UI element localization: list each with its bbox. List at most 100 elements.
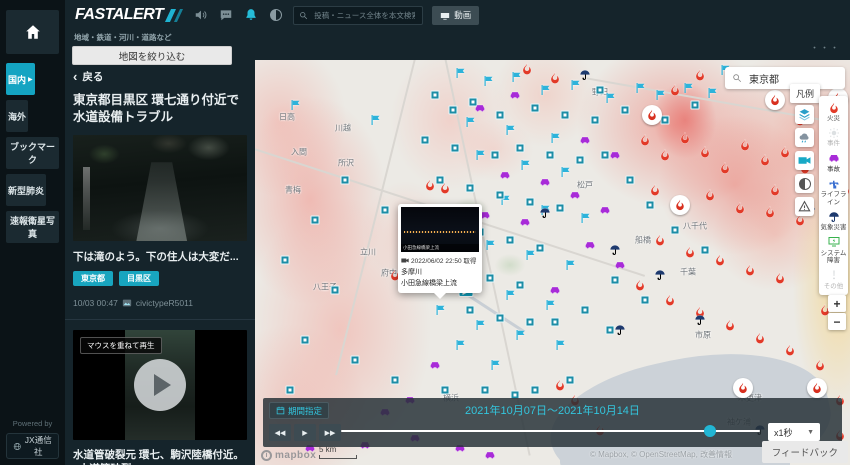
lifeline-marker[interactable]	[351, 356, 360, 365]
rain-cloud-button[interactable]	[795, 128, 814, 147]
flag-marker[interactable]	[524, 249, 536, 261]
accident-marker[interactable]	[569, 189, 581, 201]
lifeline-marker[interactable]	[341, 176, 350, 185]
lifeline-marker[interactable]	[536, 244, 545, 253]
lifeline-marker[interactable]	[526, 318, 535, 327]
play-button[interactable]	[134, 359, 186, 411]
lifeline-marker[interactable]	[311, 216, 320, 225]
legend-item[interactable]: 事件	[819, 124, 848, 149]
accident-marker[interactable]	[549, 284, 561, 296]
lifeline-marker[interactable]	[491, 151, 500, 160]
header-search-input[interactable]	[312, 10, 417, 21]
accident-marker[interactable]	[539, 176, 551, 188]
river-camera-popup[interactable]: 小田急線橋梁上流 2022/06/02 22:50 取得 多摩川 小田急線橋梁上…	[398, 204, 482, 293]
flag-marker[interactable]	[454, 67, 466, 79]
lifeline-marker[interactable]	[391, 376, 400, 385]
timeline-slider-track[interactable]	[341, 430, 760, 432]
chat-button[interactable]	[218, 7, 234, 23]
lifeline-marker[interactable]	[561, 111, 570, 120]
accident-marker[interactable]	[584, 239, 596, 251]
article-card[interactable]: マウスを重ねて再生水道管破裂元 環七、駒沢陸橋付近。#水道管破裂東京都目黒区10…	[73, 320, 247, 465]
flag-marker[interactable]	[519, 159, 531, 171]
company-button[interactable]: JX通信社	[6, 433, 59, 459]
contrast-button-map[interactable]	[795, 174, 814, 193]
accident-marker[interactable]	[599, 204, 611, 216]
fire-marker[interactable]	[679, 132, 692, 145]
lifeline-marker[interactable]	[466, 306, 475, 315]
lifeline-marker[interactable]	[466, 184, 475, 193]
fire-marker[interactable]	[704, 189, 717, 202]
legend-item[interactable]: ライフライン	[819, 175, 848, 208]
fire-marker[interactable]	[769, 184, 782, 197]
lifeline-marker[interactable]	[449, 106, 458, 115]
article-photo[interactable]	[73, 135, 247, 241]
flag-marker[interactable]	[579, 212, 591, 224]
lifeline-marker[interactable]	[691, 101, 700, 110]
overflow-menu-button[interactable]: ・・・	[810, 41, 840, 54]
fire-cluster-marker[interactable]	[642, 105, 662, 125]
flag-marker[interactable]	[634, 82, 646, 94]
fire-marker[interactable]	[719, 162, 732, 175]
lifeline-marker[interactable]	[506, 236, 515, 245]
fire-marker[interactable]	[754, 332, 767, 345]
flag-marker[interactable]	[474, 319, 486, 331]
lifeline-marker[interactable]	[516, 281, 525, 290]
period-select-button[interactable]: 期間指定	[269, 402, 329, 419]
accident-marker[interactable]	[609, 149, 621, 161]
fire-cluster-marker[interactable]	[765, 90, 785, 110]
lifeline-marker[interactable]	[381, 206, 390, 215]
flag-marker[interactable]	[654, 89, 666, 101]
legend-toggle-button[interactable]: 凡例	[790, 84, 820, 103]
flag-marker[interactable]	[514, 329, 526, 341]
fire-marker[interactable]	[654, 234, 667, 247]
flag-marker[interactable]	[434, 304, 446, 316]
lifeline-marker[interactable]	[641, 296, 650, 305]
fire-marker[interactable]	[554, 379, 567, 392]
fire-marker[interactable]	[649, 184, 662, 197]
fire-marker[interactable]	[549, 72, 562, 85]
flag-marker[interactable]	[489, 359, 501, 371]
fire-marker[interactable]	[669, 84, 682, 97]
weather-marker[interactable]	[539, 207, 551, 219]
map-filter-button[interactable]: 地図を絞り込む	[72, 46, 232, 65]
sidebar-item[interactable]: ブックマーク	[6, 137, 59, 169]
legend-item[interactable]: 気象災害	[819, 208, 848, 233]
accident-marker[interactable]	[579, 134, 591, 146]
lifeline-marker[interactable]	[671, 226, 680, 235]
lifeline-marker[interactable]	[286, 386, 295, 395]
region-tag[interactable]: 東京都	[73, 271, 113, 286]
article-video-thumbnail[interactable]: マウスを重ねて再生	[73, 330, 247, 440]
accident-marker[interactable]	[484, 449, 496, 461]
lifeline-marker[interactable]	[481, 386, 490, 395]
flag-marker[interactable]	[549, 132, 561, 144]
fire-marker[interactable]	[734, 202, 747, 215]
accident-marker[interactable]	[519, 216, 531, 228]
fire-marker[interactable]	[664, 294, 677, 307]
lifeline-marker[interactable]	[421, 136, 430, 145]
fire-cluster-marker[interactable]	[807, 378, 827, 398]
flag-marker[interactable]	[559, 166, 571, 178]
fire-cluster-marker[interactable]	[733, 378, 753, 398]
accident-marker[interactable]	[429, 359, 441, 371]
flag-marker[interactable]	[369, 114, 381, 126]
lifeline-marker[interactable]	[701, 246, 710, 255]
accident-marker[interactable]	[509, 89, 521, 101]
fire-marker[interactable]	[684, 246, 697, 259]
sidebar-item[interactable]: 速報衛星写真	[6, 211, 59, 243]
lifeline-marker[interactable]	[431, 91, 440, 100]
flag-marker[interactable]	[504, 124, 516, 136]
lifeline-marker[interactable]	[581, 306, 590, 315]
fire-marker[interactable]	[439, 182, 452, 195]
flag-marker[interactable]	[464, 116, 476, 128]
legend-item[interactable]: システム障害	[819, 234, 848, 267]
lifeline-marker[interactable]	[441, 386, 450, 395]
layers-button[interactable]	[795, 105, 814, 124]
legend-item[interactable]: 火災	[819, 99, 848, 124]
lifeline-marker[interactable]	[556, 204, 565, 213]
legend-item[interactable]: その他	[819, 267, 848, 292]
fire-marker[interactable]	[694, 69, 707, 82]
lifeline-marker[interactable]	[591, 116, 600, 125]
map-search-input[interactable]	[747, 72, 838, 85]
flag-marker[interactable]	[539, 84, 551, 96]
lifeline-marker[interactable]	[526, 198, 535, 207]
